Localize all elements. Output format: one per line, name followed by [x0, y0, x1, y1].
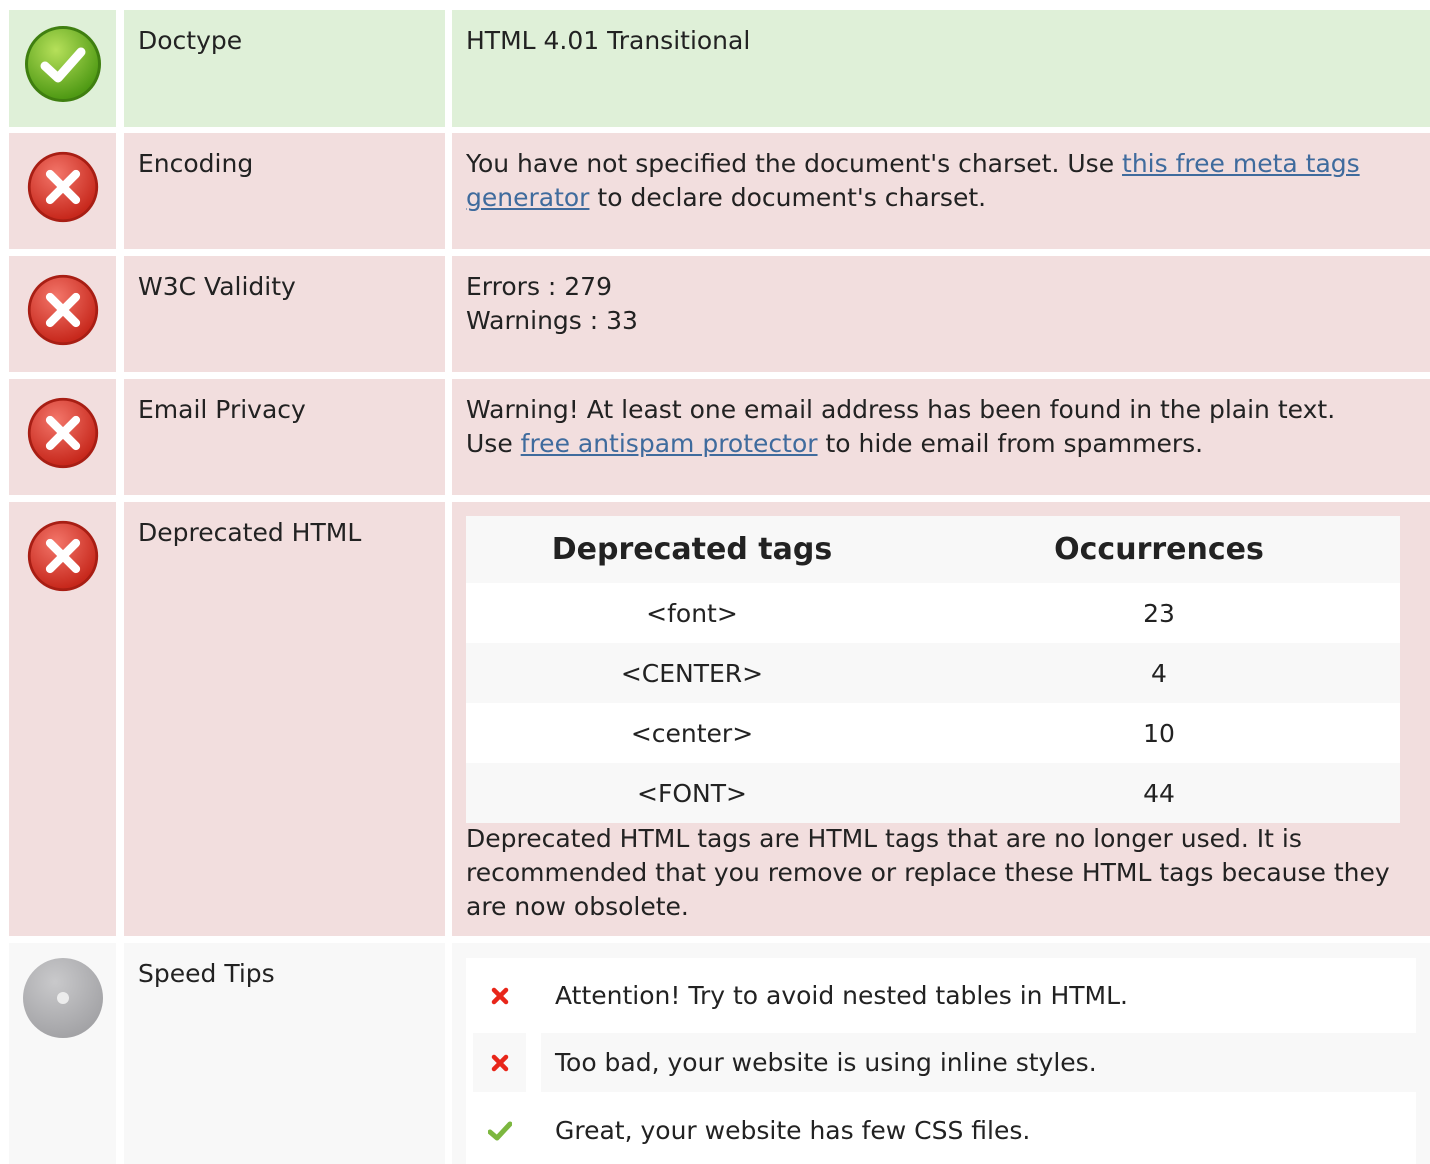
status-cell — [9, 256, 116, 372]
row-label: Email Privacy — [124, 379, 445, 495]
tag-cell: <center> — [466, 703, 918, 763]
column-header-tags: Deprecated tags — [466, 516, 918, 583]
tag-cell: <FONT> — [466, 763, 918, 823]
row-value: HTML 4.01 Transitional — [452, 10, 1430, 127]
table-row: <CENTER> 4 — [466, 643, 1400, 703]
row-value: Errors : 279 Warnings : 33 — [452, 256, 1430, 372]
row-label: Deprecated HTML — [124, 502, 445, 936]
errors-count: Errors : 279 — [466, 272, 612, 301]
fail-x-icon — [27, 151, 99, 223]
email-privacy-row: Email Privacy Warning! At least one emai… — [0, 379, 1430, 495]
column-header-occurrences: Occurrences — [918, 516, 1400, 583]
row-value: Warning! At least one email address has … — [452, 379, 1430, 495]
tag-cell: <CENTER> — [466, 643, 918, 703]
occurrence-cell: 10 — [918, 703, 1400, 763]
fail-x-icon — [27, 397, 99, 469]
doctype-row: Doctype HTML 4.01 Transitional — [0, 10, 1430, 127]
check-icon — [473, 1101, 526, 1160]
deprecated-tags-table: Deprecated tags Occurrences <font> 23 <C… — [466, 516, 1400, 823]
table-header-row: Deprecated tags Occurrences — [466, 516, 1400, 583]
occurrence-cell: 23 — [918, 583, 1400, 643]
status-cell — [9, 502, 116, 936]
encoding-text-before: You have not specified the document's ch… — [466, 149, 1123, 178]
email-advice-after: to hide email from spammers. — [817, 429, 1204, 458]
row-label: W3C Validity — [124, 256, 445, 372]
pass-check-icon — [25, 26, 101, 102]
table-row: <FONT> 44 — [466, 763, 1400, 823]
row-label: Speed Tips — [124, 943, 445, 1164]
tag-cell: <font> — [466, 583, 918, 643]
list-item: Great, your website has few CSS files. — [473, 1101, 1416, 1160]
tip-text: Too bad, your website is using inline st… — [541, 1033, 1416, 1092]
w3c-validity-row: W3C Validity Errors : 279 Warnings : 33 — [0, 256, 1430, 372]
speed-tips-list: Attention! Try to avoid nested tables in… — [466, 958, 1416, 1164]
cross-icon — [473, 966, 526, 1025]
deprecated-note: Deprecated HTML tags are HTML tags that … — [466, 824, 1390, 921]
status-cell — [9, 379, 116, 495]
cross-icon — [473, 1033, 526, 1092]
table-row: <font> 23 — [466, 583, 1400, 643]
row-value: You have not specified the document's ch… — [452, 133, 1430, 249]
table-row: <center> 10 — [466, 703, 1400, 763]
antispam-protector-link[interactable]: free antispam protector — [521, 429, 818, 458]
encoding-text-after: to declare document's charset. — [589, 183, 987, 212]
status-cell — [9, 133, 116, 249]
tip-text: Attention! Try to avoid nested tables in… — [555, 981, 1128, 1010]
email-advice: Use free antispam protector to hide emai… — [466, 427, 1422, 461]
status-cell — [9, 10, 116, 127]
email-advice-before: Use — [466, 429, 521, 458]
seo-report: Doctype HTML 4.01 Transitional Encoding … — [0, 0, 1430, 1164]
occurrence-cell: 4 — [918, 643, 1400, 703]
row-label: Encoding — [124, 133, 445, 249]
list-item: Too bad, your website is using inline st… — [473, 1033, 1416, 1092]
email-warning-text: Warning! At least one email address has … — [466, 395, 1336, 424]
neutral-disc-icon — [23, 958, 103, 1038]
encoding-row: Encoding You have not specified the docu… — [0, 133, 1430, 249]
fail-x-icon — [27, 520, 99, 592]
row-label: Doctype — [124, 10, 445, 127]
tip-text: Great, your website has few CSS files. — [555, 1116, 1031, 1145]
list-item: Attention! Try to avoid nested tables in… — [473, 966, 1416, 1025]
status-cell — [9, 943, 116, 1164]
occurrence-cell: 44 — [918, 763, 1400, 823]
warnings-count: Warnings : 33 — [466, 306, 638, 335]
fail-x-icon — [27, 274, 99, 346]
